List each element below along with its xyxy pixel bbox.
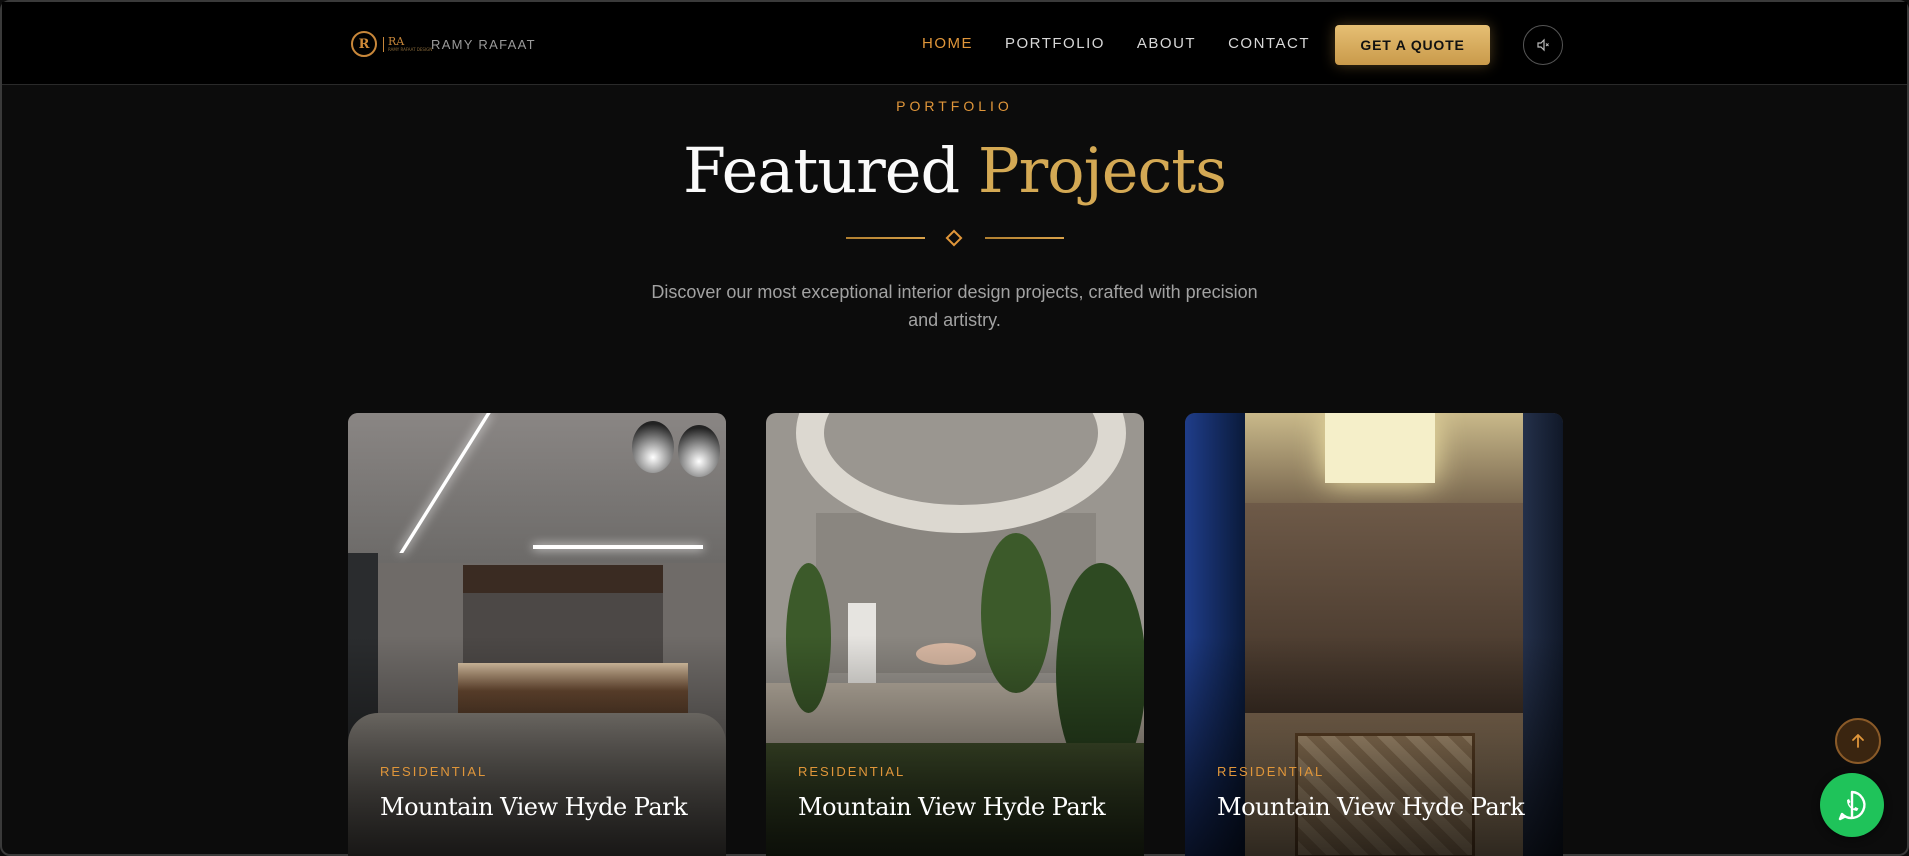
card-overlay [766,413,1144,856]
whatsapp-icon [1838,790,1866,821]
title-word-projects: Projects [977,134,1227,207]
speaker-muted-icon [1537,38,1549,52]
divider-line-left [846,237,925,239]
sound-toggle-button[interactable] [1523,25,1563,65]
diamond-divider-icon [945,229,963,247]
project-category: RESIDENTIAL [1217,764,1325,779]
project-title: Mountain View Hyde Park [380,793,688,821]
logo-subtext: RAMY RAFAAT DESIGN [388,46,433,52]
project-title: Mountain View Hyde Park [798,793,1106,821]
project-category: RESIDENTIAL [380,764,488,779]
get-a-quote-button[interactable]: GET A QUOTE [1335,25,1490,65]
brand-name[interactable]: RAMY RAFAAT [431,37,536,52]
logo[interactable]: R RA RAMY RAFAAT DESIGN [351,27,432,61]
card-overlay [1185,413,1563,856]
arrow-up-icon [1852,734,1864,748]
project-card[interactable]: RESIDENTIAL Mountain View Hyde Park [766,413,1144,856]
project-card[interactable]: RESIDENTIAL Mountain View Hyde Park [348,413,726,856]
whatsapp-button[interactable] [1820,773,1884,837]
logo-initials: RA [388,34,405,48]
nav-link-contact[interactable]: CONTACT [1228,35,1310,52]
main-nav: HOME PORTFOLIO ABOUT CONTACT [922,35,1342,52]
nav-link-portfolio[interactable]: PORTFOLIO [1005,35,1105,52]
nav-link-home[interactable]: HOME [922,35,973,52]
scroll-to-top-button[interactable] [1835,718,1881,764]
divider-line-right [985,237,1064,239]
section-title: Featured Projects [2,134,1907,207]
nav-link-about[interactable]: ABOUT [1137,35,1196,52]
section-eyebrow: PORTFOLIO [896,98,1013,114]
project-category: RESIDENTIAL [798,764,906,779]
section-subtitle: Discover our most exceptional interior d… [651,282,1258,330]
title-word-featured: Featured [683,134,960,207]
navbar: R RA RAMY RAFAAT DESIGN RAMY RAFAAT HOME… [2,2,1907,85]
logo-text: RA RAMY RAFAAT DESIGN [383,34,433,52]
card-overlay [348,413,726,856]
logo-mark-icon: R [351,31,377,57]
project-card[interactable]: RESIDENTIAL Mountain View Hyde Park [1185,413,1563,856]
project-title: Mountain View Hyde Park [1217,793,1525,821]
